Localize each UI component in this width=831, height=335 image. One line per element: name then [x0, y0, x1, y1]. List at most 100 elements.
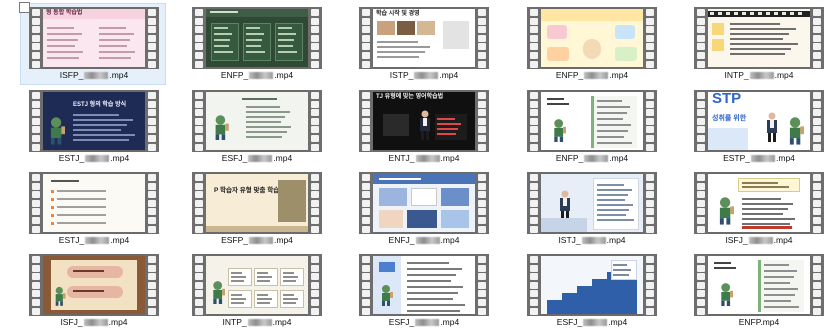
sprocket-hole	[530, 109, 538, 117]
frame-shape	[613, 269, 632, 271]
frame-shape	[597, 219, 634, 221]
sprocket-hole	[697, 256, 705, 263]
video-thumbnail[interactable]	[192, 90, 322, 152]
frame-shape	[417, 21, 435, 35]
file-name[interactable]: ENFP_ .mp4	[519, 153, 665, 163]
file-name[interactable]: INTP_ .mp4	[686, 70, 831, 80]
file-name[interactable]: INTP_ .mp4	[184, 317, 330, 327]
file-extension: .mp4	[110, 235, 130, 245]
file-tile[interactable]: ENFP_ .mp4	[183, 3, 329, 85]
sprocket-hole	[32, 126, 40, 134]
file-tile[interactable]: STP 성취를 위한 ESTP_ .mp4	[685, 86, 831, 168]
frame-shape	[246, 106, 280, 108]
video-thumbnail[interactable]: 형 통합 학습법	[29, 7, 159, 69]
file-name[interactable]: ENTJ_ .mp4	[351, 153, 497, 163]
file-name[interactable]: ENFJ_ .mp4	[351, 235, 497, 245]
file-tile[interactable]: ENFP_ .mp4	[518, 86, 664, 168]
frame-title: TJ 유형에 맞는 영어학습법	[376, 94, 444, 100]
sprocket-hole	[813, 225, 821, 233]
file-name[interactable]: ENFP_ .mp4	[184, 70, 330, 80]
sprocket-hole	[195, 143, 203, 151]
sprocket-hole	[362, 307, 370, 315]
video-thumbnail[interactable]: STP 성취를 위한	[694, 90, 824, 152]
file-name[interactable]: ENFP.mp4	[686, 317, 831, 327]
file-tile[interactable]: ESFJ_ .mp4	[183, 86, 329, 168]
file-tile[interactable]: ENFP_ .mp4	[518, 3, 664, 85]
file-name[interactable]: ESFP_ .mp4	[184, 235, 330, 245]
file-name[interactable]: ESFJ_ .mp4	[519, 317, 665, 327]
sprocket-hole	[646, 174, 654, 181]
sprocket-hole	[697, 182, 705, 190]
file-name[interactable]: ESTP_ .mp4	[686, 153, 831, 163]
file-tile[interactable]: ESTJ 형의 학습 방식 ESTJ_ .mp4	[20, 86, 166, 168]
frame-shape	[278, 180, 306, 222]
file-name[interactable]: ESTJ_ .mp4	[21, 235, 167, 245]
video-thumbnail[interactable]	[359, 254, 489, 316]
file-tile[interactable]: ENFP.mp4	[685, 250, 831, 332]
film-sprocket-icon	[29, 90, 43, 152]
video-thumbnail[interactable]: P 학습자 유형 맞춤 학습법	[192, 172, 322, 234]
file-name[interactable]: ISFJ_ .mp4	[21, 317, 167, 327]
sprocket-hole	[646, 109, 654, 117]
sprocket-hole	[478, 92, 486, 99]
file-name[interactable]: ISTJ_ .mp4	[519, 235, 665, 245]
file-name[interactable]: ISFJ_ .mp4	[686, 235, 831, 245]
sprocket-hole	[697, 9, 705, 16]
frame-shape	[764, 264, 790, 266]
file-tile[interactable]: TJ 유형에 맞는 영어학습법 ENTJ_ .mp4	[350, 86, 496, 168]
sprocket-hole	[311, 299, 319, 306]
file-name[interactable]: ESTJ_ .mp4	[21, 153, 167, 163]
file-tile[interactable]: ESFJ_ .mp4	[518, 250, 664, 332]
video-thumbnail[interactable]	[527, 254, 657, 316]
file-tile[interactable]: ISTJ_ .mp4	[518, 168, 664, 250]
video-thumbnail[interactable]	[29, 254, 159, 316]
film-sprocket-icon	[192, 7, 206, 69]
redacted-name	[748, 237, 773, 244]
file-name[interactable]: ISFP_ .mp4	[21, 70, 167, 80]
frame-shape	[379, 188, 407, 206]
video-frame-preview	[43, 256, 145, 314]
frame-shape	[547, 25, 567, 39]
video-thumbnail[interactable]	[694, 7, 824, 69]
file-name[interactable]: ESFJ_ .mp4	[351, 317, 497, 327]
frame-shape	[615, 25, 635, 39]
file-tile[interactable]: 형 통합 학습법 ISFP_ .mp4	[19, 2, 167, 85]
frame-shape	[750, 12, 754, 15]
sprocket-hole	[32, 34, 40, 42]
video-thumbnail[interactable]: TJ 유형에 맞는 영어학습법	[359, 90, 489, 152]
video-thumbnail[interactable]	[527, 90, 657, 152]
video-thumbnail[interactable]	[527, 7, 657, 69]
sprocket-hole	[478, 9, 486, 16]
file-tile[interactable]: 학습 시작 및 경영 ISTP_ .mp4	[350, 3, 496, 85]
video-thumbnail[interactable]	[694, 172, 824, 234]
file-tile[interactable]: ISFJ_ .mp4	[685, 168, 831, 250]
video-thumbnail[interactable]	[192, 7, 322, 69]
frame-shape	[377, 41, 418, 43]
redacted-name	[85, 155, 110, 162]
file-tile[interactable]: P 학습자 유형 맞춤 학습법 ESFP_ .mp4	[183, 168, 329, 250]
file-name[interactable]: ENFP_ .mp4	[519, 70, 665, 80]
file-tile[interactable]: ESFJ_ .mp4	[350, 250, 496, 332]
file-tile[interactable]: ENFJ_ .mp4	[350, 168, 496, 250]
selection-checkbox[interactable]	[19, 2, 30, 13]
file-tile[interactable]: INTP_ .mp4	[183, 250, 329, 332]
frame-shape	[597, 184, 624, 186]
file-tile[interactable]: INTP_ .mp4	[685, 3, 831, 85]
sprocket-hole	[195, 52, 203, 59]
file-name[interactable]: ESFJ_ .mp4	[184, 153, 330, 163]
file-name[interactable]: ISTP_ .mp4	[351, 70, 497, 80]
sprocket-hole	[148, 143, 156, 151]
video-thumbnail[interactable]	[29, 172, 159, 234]
video-thumbnail[interactable]	[192, 254, 322, 316]
video-thumbnail[interactable]	[694, 254, 824, 316]
sprocket-hole	[697, 290, 705, 298]
frame-shape	[231, 294, 243, 296]
file-tile[interactable]: ESTJ_ .mp4	[20, 168, 166, 250]
sprocket-hole	[195, 9, 203, 16]
video-thumbnail[interactable]	[359, 172, 489, 234]
video-thumbnail[interactable]	[527, 172, 657, 234]
sprocket-hole	[813, 307, 821, 315]
video-thumbnail[interactable]: ESTJ 형의 학습 방식	[29, 90, 159, 152]
file-tile[interactable]: ISFJ_ .mp4	[20, 250, 166, 332]
video-thumbnail[interactable]: 학습 시작 및 경영	[359, 7, 489, 69]
